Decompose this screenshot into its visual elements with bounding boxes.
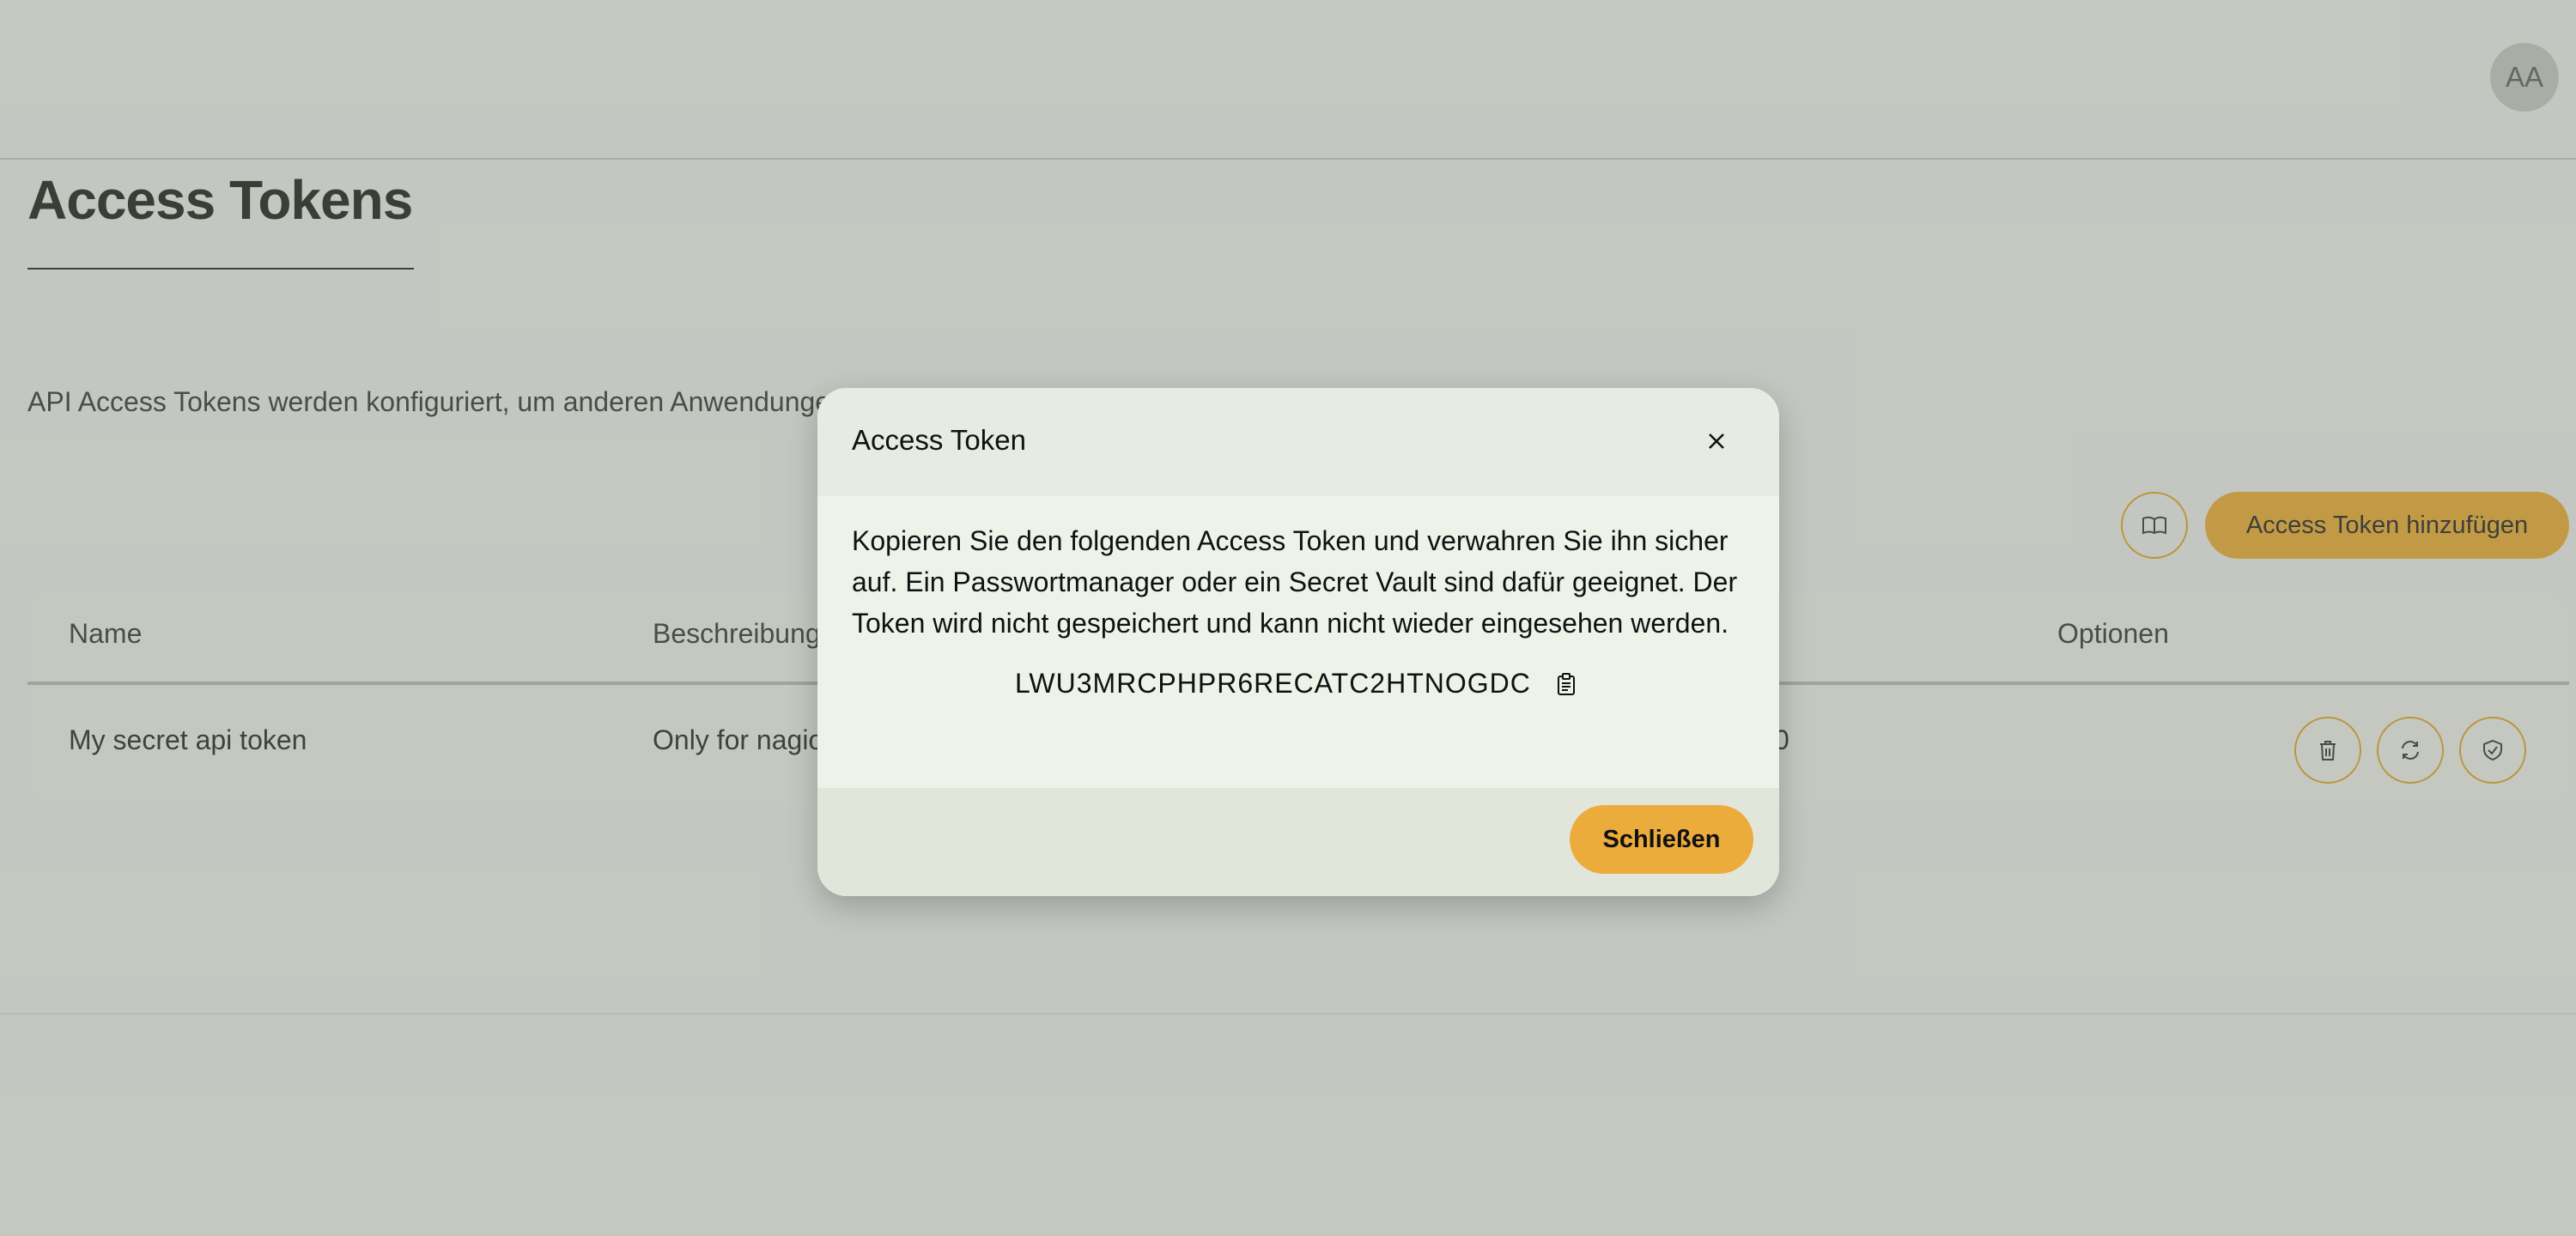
dialog-header: Access Token — [817, 388, 1779, 496]
copy-token-button[interactable] — [1553, 670, 1579, 699]
dialog-close-button[interactable] — [1702, 427, 1731, 456]
token-value[interactable]: LWU3MRCPHPR6RECATC2HTNOGDC — [1015, 668, 1531, 700]
dialog-message: Kopieren Sie den folgenden Access Token … — [852, 525, 1738, 639]
dialog-footer: Schließen — [817, 788, 1779, 896]
close-icon — [1709, 433, 1724, 449]
token-display: LWU3MRCPHPR6RECATC2HTNOGDC — [1015, 668, 1579, 700]
close-button[interactable]: Schließen — [1570, 805, 1753, 874]
dialog-title: Access Token — [852, 424, 1026, 456]
clipboard-icon — [1557, 672, 1575, 695]
access-token-dialog: Access Token Kopieren Sie den folgenden … — [817, 388, 1779, 896]
dialog-body: Kopieren Sie den folgenden Access Token … — [817, 496, 1779, 788]
